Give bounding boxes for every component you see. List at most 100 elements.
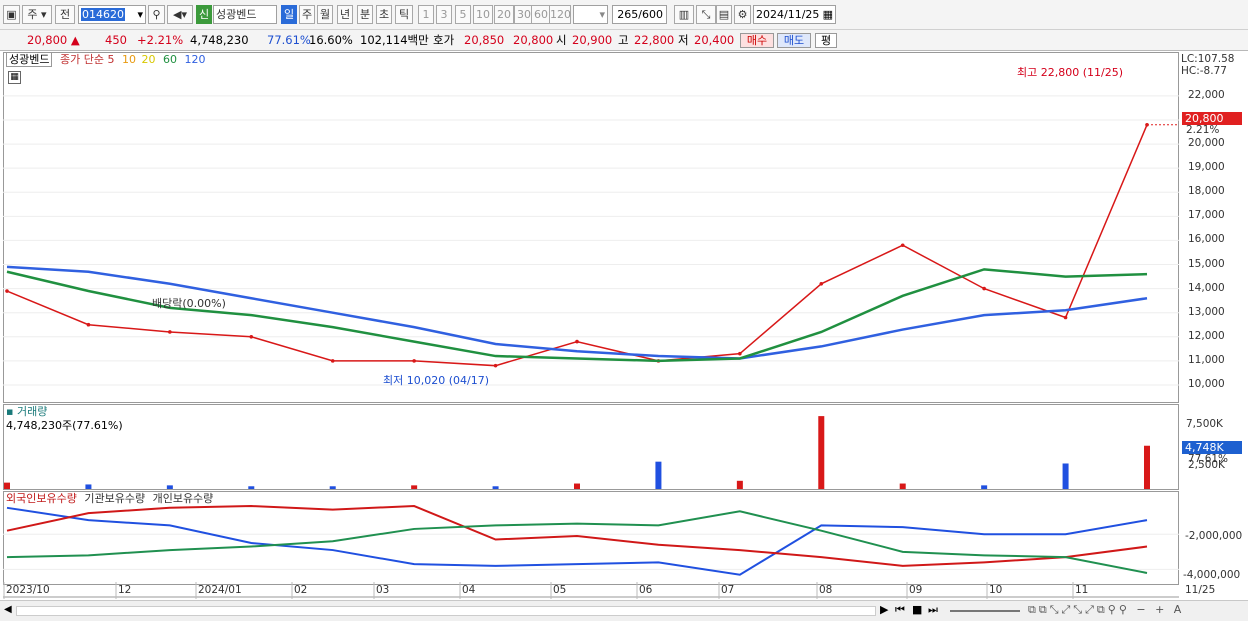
search-icon[interactable]: ⚲: [148, 5, 165, 24]
chevron-down-icon[interactable]: ▾: [137, 6, 143, 23]
period-week[interactable]: 주: [299, 5, 315, 24]
market-type-select[interactable]: 주 ▾: [22, 5, 52, 24]
interval-60[interactable]: 60: [531, 5, 551, 24]
holdings-legend: 외국인보유수량 기관보유수량 개인보유수량: [6, 492, 213, 505]
scroll-left-icon[interactable]: ◀: [4, 604, 12, 615]
chart-svg: [3, 52, 1179, 599]
candle-icon[interactable]: ▥: [674, 5, 694, 24]
main-toolbar: ▣ 주 ▾ 전 014620 ▾ ⚲ ◀▾ 신 성광벤드 일 주 월 년 분 초…: [0, 0, 1248, 30]
period-tick[interactable]: 틱: [395, 5, 413, 24]
stock-code-input[interactable]: 014620 ▾: [78, 5, 146, 24]
price-point: [249, 334, 254, 339]
stop-icon[interactable]: ■: [912, 603, 922, 616]
x-tick-label: 09: [909, 584, 923, 596]
volume-bar: [411, 485, 418, 489]
count-input[interactable]: 265/600: [612, 5, 667, 24]
legend-individual[interactable]: 개인보유수량: [153, 492, 214, 505]
price-tick-label: 12,000: [1188, 329, 1225, 342]
interval-1[interactable]: 1: [418, 5, 434, 24]
price-series-line: [6, 124, 1148, 367]
horizontal-scrollbar[interactable]: [16, 606, 876, 616]
volume-bar: [1062, 463, 1069, 489]
period-second[interactable]: 초: [376, 5, 392, 24]
turnover-value: 16.60%: [309, 33, 353, 47]
x-tick-label: 05: [553, 584, 567, 596]
volume-bar: [899, 483, 906, 489]
stock-code-text: 014620: [81, 8, 125, 21]
x-tick-label: 10: [989, 584, 1003, 596]
price-tick-label: 13,000: [1188, 305, 1225, 318]
period-day[interactable]: 일: [281, 5, 297, 24]
legend-ma-60: 60: [162, 53, 177, 66]
sell-button[interactable]: 매도: [777, 33, 811, 48]
interval-10[interactable]: 10: [473, 5, 493, 24]
period-minute[interactable]: 분: [357, 5, 373, 24]
interval-3[interactable]: 3: [436, 5, 452, 24]
high-annotation: 최고 22,800 (11/25): [1017, 66, 1124, 79]
interval-5[interactable]: 5: [455, 5, 471, 24]
save-icon[interactable]: ▤: [716, 5, 732, 24]
price-point: [412, 359, 416, 363]
legend-ma-20: 20: [141, 53, 156, 66]
gear-icon[interactable]: ⚙: [734, 5, 751, 24]
prev-button[interactable]: 전: [55, 5, 75, 24]
holdings-series-line: [6, 505, 1148, 567]
period-month[interactable]: 월: [317, 5, 333, 24]
current-pct-tag: 2.21%: [1186, 124, 1220, 136]
period-year[interactable]: 년: [337, 5, 353, 24]
legend-ma-label: 종가 단순: [59, 53, 104, 66]
bottom-toolbar: ◀ ▶ ⏮ ■ ⏭ ⧉⧉⤡⤢⤡⤢⧉⚲⚲ − + A: [0, 600, 1248, 621]
volume-bar: [4, 482, 10, 489]
x-tick-label: 06: [639, 584, 653, 596]
chart-area[interactable]: [3, 52, 1179, 599]
interval-custom-select[interactable]: ▾: [573, 5, 608, 24]
legend-foreign[interactable]: 외국인보유수량: [6, 492, 77, 505]
price-point: [982, 286, 986, 291]
first-page-icon[interactable]: ⏮: [895, 603, 905, 617]
scroll-right-icon[interactable]: ▶: [880, 603, 888, 616]
speaker-icon[interactable]: ◀▾: [167, 5, 193, 24]
price-tick-label: 16,000: [1188, 233, 1225, 246]
price-point: [819, 281, 824, 286]
volume-ratio: 77.61%: [267, 33, 311, 47]
buy-button[interactable]: 매수: [740, 33, 774, 48]
amount-value: 102,114백만: [360, 33, 429, 47]
date-input[interactable]: 2024/11/25 ▦: [753, 5, 836, 24]
window-icon[interactable]: ▣: [3, 5, 20, 24]
tool-icons[interactable]: ⧉⧉⤡⤢⤡⤢⧉⚲⚲ − + A: [1028, 603, 1184, 617]
price-legend: 성광벤드 종가 단순 5 10 20 60 120: [6, 52, 205, 67]
last-page-icon[interactable]: ⏭: [928, 603, 938, 617]
interval-20[interactable]: 20: [494, 5, 514, 24]
volume-bar: [492, 486, 499, 489]
interval-120[interactable]: 120: [549, 5, 571, 24]
volume-current-pct: 77.61%: [1188, 453, 1229, 465]
volume-toggle[interactable]: ▪: [6, 405, 13, 418]
price-tick-label: 10,000: [1188, 377, 1225, 390]
lc-value: LC:107.58: [1181, 53, 1235, 65]
calendar-icon[interactable]: ▦: [823, 6, 833, 23]
x-tick-label: 11/25: [1185, 584, 1216, 596]
legend-stock-name[interactable]: 성광벤드: [6, 52, 53, 67]
stock-badge: 신: [196, 5, 212, 24]
date-value: 2024/11/25: [756, 8, 820, 21]
legend-institution[interactable]: 기관보유수량: [84, 492, 145, 505]
legend-ma-5: 5: [107, 53, 115, 66]
market-type-label: 주: [27, 8, 38, 21]
table-icon[interactable]: ▦: [8, 71, 21, 84]
zoom-slider[interactable]: [950, 610, 1020, 612]
chevron-down-icon: ▾: [599, 8, 605, 21]
draw-tool-icon[interactable]: ⤡: [696, 5, 716, 24]
volume-tick-7500k: 7,500K: [1186, 418, 1223, 430]
dividend-annotation: 배당락(0.00%): [152, 297, 226, 310]
volume-bar: [574, 483, 580, 489]
x-tick-label: 07: [721, 584, 735, 596]
price-point: [1063, 315, 1068, 320]
volume-title: ▪ 거래량: [6, 405, 47, 418]
x-tick-label: 03: [376, 584, 390, 596]
volume-bar: [329, 486, 336, 489]
hc-value: HC:-8.77: [1181, 65, 1227, 77]
volume-bar: [981, 485, 988, 489]
low-annotation: 최저 10,020 (04/17): [383, 374, 490, 387]
open-label: 시: [556, 33, 567, 47]
avg-button[interactable]: 평: [815, 33, 837, 48]
